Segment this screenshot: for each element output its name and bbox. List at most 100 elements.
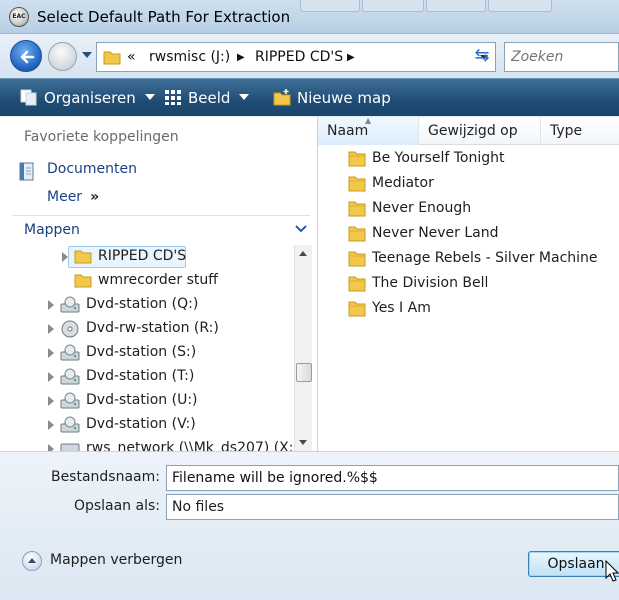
window-title: Select Default Path For Extraction	[37, 8, 291, 26]
filename-field[interactable]	[166, 465, 619, 491]
mouse-cursor-icon	[605, 560, 619, 582]
expand-arrow-icon[interactable]	[48, 444, 54, 451]
organise-label: Organiseren	[44, 89, 136, 107]
hide-folders-label: Mappen verbergen	[50, 552, 183, 568]
folder-icon	[348, 176, 366, 192]
folder-icon	[348, 251, 366, 267]
chevron-down-icon	[239, 94, 250, 100]
cd-drive-icon	[61, 320, 79, 338]
forward-button[interactable]	[48, 42, 77, 71]
search-field[interactable]	[504, 42, 619, 72]
new-folder-icon	[273, 89, 291, 106]
scroll-thumb[interactable]	[296, 363, 312, 382]
refresh-icon[interactable]: ⇆	[468, 42, 496, 72]
column-header-label: Naam	[327, 123, 369, 139]
favorites-heading: Favoriete koppelingen	[24, 129, 179, 145]
background-window-tab	[362, 0, 424, 12]
tree-item-ripped-cds[interactable]: RIPPED CD'S	[0, 245, 294, 269]
organise-menu[interactable]: Organiseren	[20, 88, 155, 110]
recent-pages-dropdown[interactable]	[82, 52, 92, 58]
tree-item-drive-t[interactable]: Dvd-station (T:)	[0, 365, 294, 389]
command-bar: Organiseren Beeld Nieuwe map	[0, 78, 619, 116]
favorite-documents-link[interactable]: Documenten	[47, 161, 137, 177]
folder-icon	[348, 226, 366, 242]
tree-item-label: rws_network (\\Mk_ds207) (X:)	[86, 440, 294, 451]
breadcrumb-separator-icon[interactable]: ▶	[237, 52, 245, 63]
list-item-label: Teenage Rebels - Silver Machine	[372, 250, 598, 266]
tree-item-drive-q[interactable]: Dvd-station (Q:)	[0, 293, 294, 317]
filename-label: Bestandsnaam:	[50, 469, 160, 485]
network-drive-icon	[60, 443, 80, 451]
drive-icon	[60, 392, 80, 409]
dialog-footer: Bestandsnaam: Opslaan als: No files Mapp…	[0, 451, 619, 600]
scroll-down-arrow-icon[interactable]	[299, 440, 307, 445]
divider	[12, 215, 310, 216]
tree-item-drive-u[interactable]: Dvd-station (U:)	[0, 389, 294, 413]
title-bar: EAC Select Default Path For Extraction	[0, 0, 619, 34]
expand-arrow-icon[interactable]	[48, 372, 54, 382]
address-bar[interactable]: « rwsmisc (J:) ▶ RIPPED CD'S ▶	[96, 42, 496, 72]
view-label: Beeld	[188, 89, 231, 107]
tree-item-network-drive-x[interactable]: rws_network (\\Mk_ds207) (X:)	[0, 437, 294, 451]
tree-item-label: Dvd-rw-station (R:)	[86, 320, 219, 336]
list-item-label: Yes I Am	[372, 300, 431, 316]
tree-item-label: wmrecorder stuff	[98, 272, 218, 288]
folder-icon	[348, 301, 366, 317]
tree-item-label: Dvd-station (V:)	[86, 416, 196, 432]
breadcrumb-ripped-cds[interactable]: RIPPED CD'S	[255, 49, 343, 65]
filename-input[interactable]	[167, 466, 618, 490]
new-folder-label: Nieuwe map	[297, 89, 391, 107]
tree-item-label: Dvd-station (S:)	[86, 344, 197, 360]
expand-arrow-icon[interactable]	[48, 300, 54, 310]
tree-item-label: RIPPED CD'S	[98, 248, 187, 264]
tree-item-drive-r[interactable]: Dvd-rw-station (R:)	[0, 317, 294, 341]
chevron-down-icon	[295, 225, 307, 233]
expand-arrow-icon[interactable]	[48, 324, 54, 334]
more-label: Meer	[47, 189, 83, 205]
address-row: « rwsmisc (J:) ▶ RIPPED CD'S ▶ ⇆	[0, 34, 619, 78]
folder-icon	[74, 250, 92, 264]
expand-arrow-icon[interactable]	[48, 396, 54, 406]
background-window-tab	[426, 0, 486, 12]
new-folder-button[interactable]: Nieuwe map	[273, 88, 391, 110]
column-header-modified[interactable]: Gewijzigd op	[419, 117, 541, 145]
expand-arrow-icon[interactable]	[48, 348, 54, 358]
column-header-type[interactable]: Type	[541, 117, 619, 145]
folder-icon	[348, 201, 366, 217]
column-header-name[interactable]: ▲ Naam	[318, 116, 419, 145]
folder-tree: RIPPED CD'S wmrecorder stuff Dvd-station…	[0, 245, 294, 451]
tree-item-drive-v[interactable]: Dvd-station (V:)	[0, 413, 294, 437]
list-item-label: Never Never Land	[372, 225, 499, 241]
folder-icon	[348, 151, 366, 167]
drive-icon	[60, 368, 80, 385]
documents-icon	[19, 162, 34, 181]
folders-heading: Mappen	[24, 222, 80, 238]
sort-ascending-icon: ▲	[365, 116, 372, 125]
save-as-type-value: No files	[172, 499, 225, 515]
back-arrow-icon	[20, 50, 35, 64]
expand-arrow-icon[interactable]	[48, 420, 54, 430]
breadcrumb-drive[interactable]: rwsmisc (J:)	[149, 49, 230, 65]
list-item-label: Never Enough	[372, 200, 472, 216]
tree-item-label: Dvd-station (T:)	[86, 368, 195, 384]
breadcrumb-separator-icon[interactable]: ▶	[347, 52, 355, 63]
save-as-type-select[interactable]: No files	[166, 494, 619, 520]
search-input[interactable]	[505, 43, 618, 71]
drive-icon	[60, 344, 80, 361]
address-overflow-chevrons[interactable]: «	[127, 49, 136, 65]
chevron-down-icon	[144, 94, 155, 100]
organise-icon	[20, 89, 37, 106]
tree-item-drive-s[interactable]: Dvd-station (S:)	[0, 341, 294, 365]
column-header-row: ▲ Naam Gewijzigd op Type	[318, 116, 619, 145]
tree-item-wmrecorder-stuff[interactable]: wmrecorder stuff	[0, 269, 294, 293]
list-item-label: Mediator	[372, 175, 434, 191]
folders-header[interactable]: Mappen	[0, 217, 318, 245]
back-button[interactable]	[10, 40, 42, 72]
favorite-more-link[interactable]: Meer »	[47, 189, 99, 205]
list-item-label: The Division Bell	[372, 275, 489, 291]
view-menu[interactable]: Beeld	[164, 88, 250, 110]
save-as-type-label: Opslaan als:	[73, 498, 160, 514]
expand-arrow-icon[interactable]	[62, 252, 68, 262]
tree-scrollbar[interactable]	[294, 245, 312, 451]
scroll-up-arrow-icon[interactable]	[299, 251, 307, 256]
